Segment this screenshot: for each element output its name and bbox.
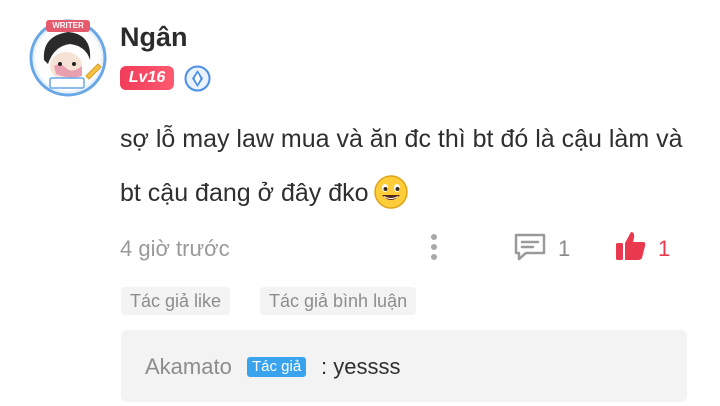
- reply-count: 1: [558, 236, 571, 261]
- username[interactable]: Ngân: [120, 22, 188, 53]
- comment-bubble-icon[interactable]: [512, 231, 548, 263]
- timestamp: 4 giờ trước: [120, 236, 230, 261]
- author-commented-tag: Tác giả bình luận: [260, 287, 417, 315]
- level-badge: Lv16: [120, 66, 174, 90]
- author-badge: Tác giả: [247, 357, 307, 377]
- reply-preview[interactable]: Akamato Tác giả : yessss: [121, 330, 687, 402]
- more-vertical-icon[interactable]: [426, 232, 442, 262]
- author-liked-tag: Tác giả like: [121, 287, 231, 315]
- like-count: 1: [658, 236, 671, 261]
- reply-author[interactable]: Akamato: [145, 354, 232, 380]
- avatar[interactable]: WRITER: [26, 14, 110, 98]
- grinning-face-emoji-icon: [373, 174, 409, 210]
- avatar-badge-label: WRITER: [52, 21, 84, 30]
- reply-text: : yessss: [321, 354, 401, 379]
- thumbs-up-icon[interactable]: [614, 229, 648, 263]
- comment-text: sợ lỗ may law mua và ăn đc thì bt đó là …: [120, 112, 700, 220]
- verified-badge-icon: [184, 65, 211, 92]
